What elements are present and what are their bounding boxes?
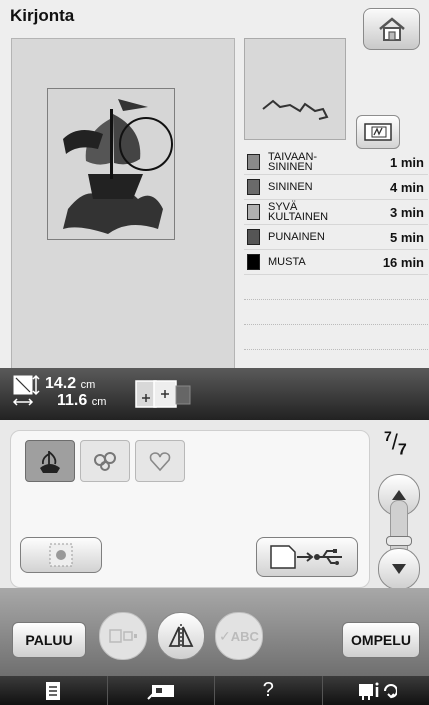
ship-design-image	[63, 99, 173, 234]
height-value: 14.2	[45, 375, 77, 392]
color-row: TAIVAAN- SININEN 1 min	[244, 150, 428, 175]
color-name: PUNAINEN	[268, 231, 325, 243]
color-name: TAIVAAN- SININEN	[268, 151, 318, 173]
pattern-thumb-floral[interactable]	[80, 440, 130, 482]
tab-embroidery-unit[interactable]	[106, 676, 214, 705]
color-list: TAIVAAN- SININEN 1 min SININEN 4 min SYV…	[244, 150, 428, 350]
check-icon: ✓	[219, 627, 231, 644]
color-time: 1 min	[390, 154, 424, 170]
color-time: 3 min	[390, 204, 424, 220]
page-current: 7	[384, 428, 392, 444]
embroidery-unit-icon	[147, 684, 174, 700]
home-icon	[378, 17, 405, 41]
thread-spool-icon	[247, 154, 260, 170]
empty-row	[244, 325, 428, 350]
sew-button[interactable]: OMPELU	[342, 622, 420, 658]
design-size: 14.2 cm 11.6 cm	[45, 376, 106, 410]
color-name: SININEN	[268, 181, 313, 193]
trace-icon	[364, 123, 392, 141]
floral-thumb-icon	[94, 452, 116, 471]
scroll-down-button[interactable]	[378, 548, 420, 590]
color-time: 4 min	[390, 179, 424, 195]
thread-spool-icon	[247, 204, 260, 220]
color-row: SYVÄ KULTAINEN 3 min	[244, 200, 428, 225]
tab-bar: ?	[0, 676, 429, 705]
back-button[interactable]: PALUU	[12, 622, 86, 658]
thread-spool-icon	[247, 179, 260, 195]
trace-button[interactable]	[356, 115, 400, 149]
document-icon	[46, 681, 61, 700]
heart-thumb-icon	[149, 452, 171, 472]
color-name: SYVÄ KULTAINEN	[268, 201, 329, 223]
frame-size-icon	[135, 380, 191, 408]
tab-settings[interactable]	[321, 676, 429, 705]
stitch-progress-image	[262, 99, 329, 120]
color-time: 16 min	[382, 254, 424, 270]
usb-save-icon	[270, 545, 342, 569]
repeat-icon	[109, 629, 137, 643]
color-row: MUSTA 16 min	[244, 250, 428, 275]
repeat-button	[99, 612, 147, 660]
pattern-thumb-ship[interactable]	[25, 440, 75, 482]
ship-thumb-icon	[40, 451, 60, 473]
stitch-preview	[244, 38, 346, 140]
home-button[interactable]	[363, 8, 420, 50]
thread-spool-icon	[247, 254, 260, 270]
save-to-usb-button[interactable]	[256, 537, 358, 577]
help-icon: ?	[262, 679, 274, 701]
abc-label: ABC	[230, 628, 259, 644]
tab-document[interactable]	[0, 676, 107, 705]
empty-row	[244, 275, 428, 300]
color-row: SININEN 4 min	[244, 175, 428, 200]
mirror-icon	[168, 624, 194, 648]
pattern-select-button[interactable]	[20, 537, 102, 573]
size-icon	[12, 374, 40, 406]
settings-icon	[358, 682, 397, 700]
thread-spool-icon	[247, 229, 260, 245]
text-mode-button: ✓ ABC	[215, 612, 263, 660]
pattern-thumb-heart[interactable]	[135, 440, 185, 482]
width-unit: cm	[91, 396, 107, 408]
color-name: MUSTA	[268, 256, 306, 268]
height-unit: cm	[80, 379, 96, 391]
tab-help[interactable]: ?	[214, 676, 322, 705]
empty-row	[244, 300, 428, 325]
page-total: 7	[397, 441, 407, 459]
flower-pattern-icon	[49, 543, 73, 567]
arrow-down-icon	[392, 564, 406, 574]
color-time: 5 min	[390, 229, 424, 245]
scrollbar-thumb[interactable]	[386, 536, 412, 546]
color-row: PUNAINEN 5 min	[244, 225, 428, 250]
width-value: 11.6	[57, 392, 88, 409]
design-frame	[47, 88, 175, 240]
mirror-button[interactable]	[157, 612, 205, 660]
page-indicator: 7/7	[384, 428, 407, 459]
page-title: Kirjonta	[10, 6, 75, 25]
